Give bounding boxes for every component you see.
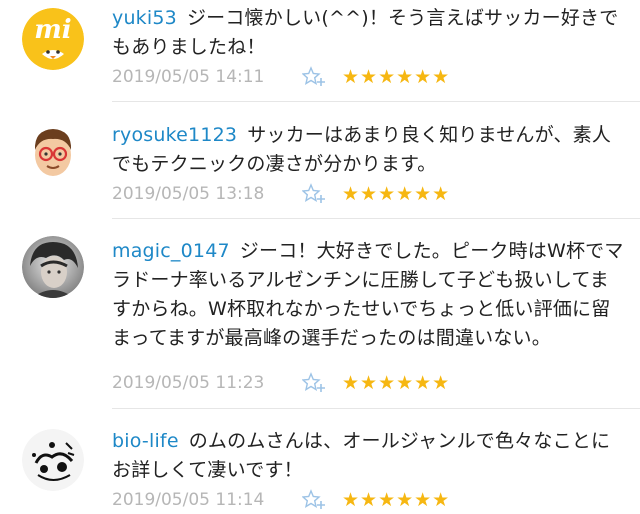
- cartoon-man-avatar-icon: [22, 120, 84, 182]
- comment-body: ryosuke1123 サッカーはあまり良く知りませんが、素人でもテクニックの凄さ…: [112, 121, 628, 179]
- star-rating: ★★★★★★: [342, 183, 451, 205]
- comment-meta: 2019/05/05 11:23 ★★★★★★: [112, 371, 450, 395]
- avatar[interactable]: [22, 236, 84, 298]
- timestamp: 2019/05/05 13:18: [112, 184, 265, 204]
- comment-text: のムのムさんは、オールジャンルで色々なことにお詳しくて凄いです！: [112, 430, 611, 481]
- comment-meta: 2019/05/05 13:18 ★★★★★★: [112, 182, 450, 206]
- comment-body: magic_0147 ジーコ！大好きでした。ピーク時はW杯でマラドーナ率いるアルゼ…: [112, 237, 628, 353]
- timestamp: 2019/05/05 14:11: [112, 67, 265, 87]
- comment-meta: 2019/05/05 14:11 ★★★★★★: [112, 65, 450, 89]
- star-rating: ★★★★★★: [342, 372, 451, 394]
- divider: [112, 218, 640, 219]
- timestamp: 2019/05/05 11:14: [112, 490, 265, 510]
- svg-text:mi: mi: [34, 15, 71, 45]
- photo-avatar-icon: [22, 236, 84, 298]
- username-link[interactable]: yuki53: [112, 7, 177, 29]
- comment-feed: mi yuki53 ジーコ懐かしい(^^)！そう言えばサッカー好きでもありましたね…: [0, 0, 640, 514]
- comment-text: ジーコ懐かしい(^^)！そう言えばサッカー好きでもありましたね！: [112, 7, 619, 58]
- add-star-icon[interactable]: [302, 489, 328, 511]
- add-star-icon[interactable]: [302, 66, 328, 88]
- add-star-icon[interactable]: [302, 372, 328, 394]
- avatar[interactable]: [22, 120, 84, 182]
- divider: [112, 408, 640, 409]
- divider: [112, 101, 640, 102]
- comment-body: bio-life のムのムさんは、オールジャンルで色々なことにお詳しくて凄いです！: [112, 427, 628, 485]
- avatar[interactable]: [22, 429, 84, 491]
- username-link[interactable]: bio-life: [112, 430, 179, 452]
- username-link[interactable]: magic_0147: [112, 240, 230, 262]
- star-rating: ★★★★★★: [342, 66, 451, 88]
- mi-logo-avatar-icon: mi: [22, 8, 84, 70]
- avatar[interactable]: mi: [22, 8, 84, 70]
- ink-drawing-avatar-icon: [22, 429, 84, 491]
- comment-meta: 2019/05/05 11:14 ★★★★★★: [112, 488, 450, 512]
- add-star-icon[interactable]: [302, 183, 328, 205]
- star-rating: ★★★★★★: [342, 489, 451, 511]
- comment-body: yuki53 ジーコ懐かしい(^^)！そう言えばサッカー好きでもありましたね！: [112, 4, 628, 62]
- timestamp: 2019/05/05 11:23: [112, 373, 265, 393]
- username-link[interactable]: ryosuke1123: [112, 124, 237, 146]
